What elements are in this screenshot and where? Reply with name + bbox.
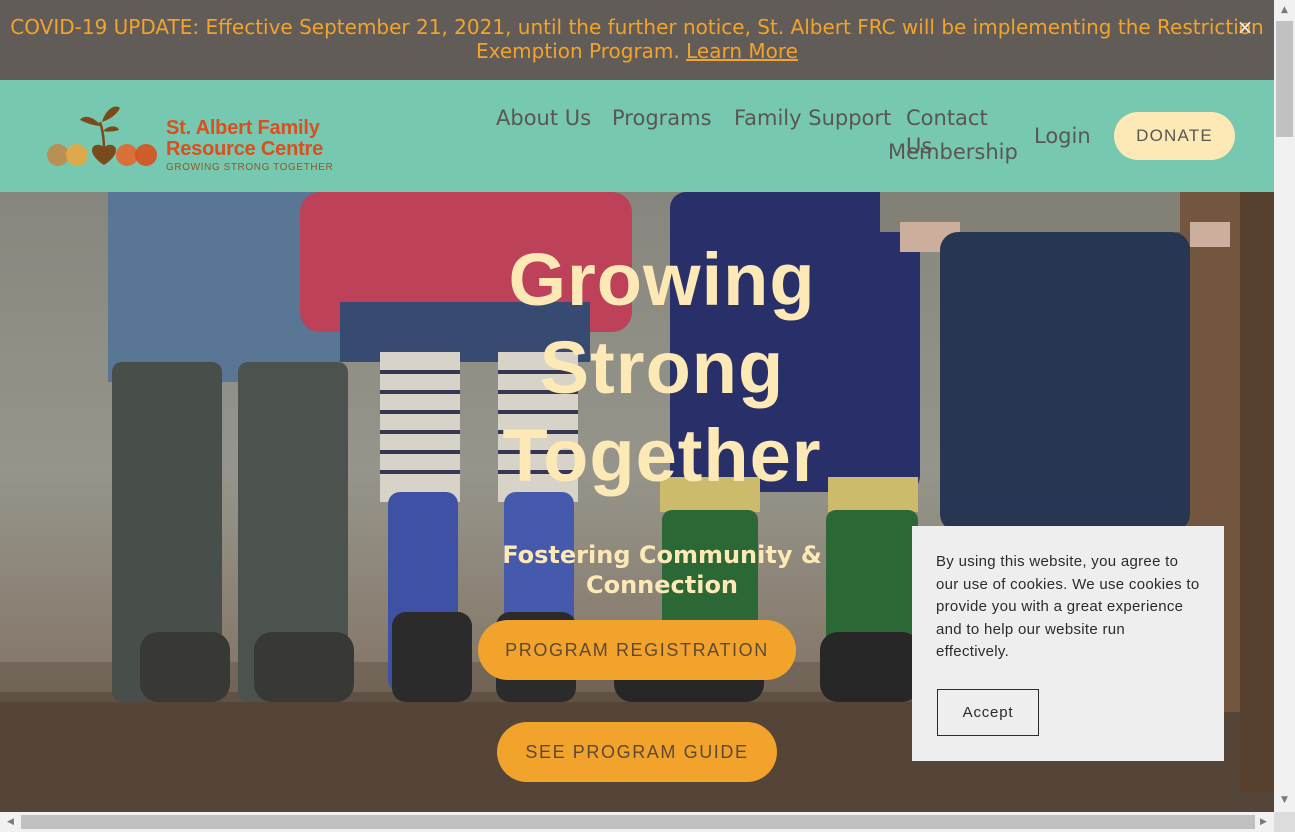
browser-viewport: COVID-19 UPDATE: Effective September 21,…: [0, 0, 1274, 812]
announcement-text: COVID-19 UPDATE: Effective September 21,…: [10, 15, 1264, 63]
announcement-bar: COVID-19 UPDATE: Effective September 21,…: [0, 0, 1274, 80]
horizontal-scroll-thumb[interactable]: [21, 815, 1255, 829]
hero-title: Growing Strong Together: [432, 236, 892, 500]
site-header: St. Albert Family Resource Centre GROWIN…: [0, 80, 1274, 192]
learn-more-link[interactable]: Learn More: [686, 39, 798, 63]
logo-tagline: GROWING STRONG TOGETHER: [166, 162, 334, 173]
nav-programs[interactable]: Programs: [612, 104, 712, 132]
scrollbar-corner: [1274, 812, 1295, 832]
scroll-right-icon[interactable]: ▶: [1255, 814, 1272, 831]
logo-name-line2: Resource Centre: [166, 138, 324, 160]
scroll-down-icon[interactable]: ▼: [1276, 792, 1293, 809]
nav-about-us[interactable]: About Us: [496, 104, 591, 132]
main-nav: About Us Programs Family Support Contact…: [480, 104, 1020, 174]
vertical-scrollbar[interactable]: ▲ ▼: [1274, 0, 1295, 812]
scroll-up-icon[interactable]: ▲: [1276, 2, 1293, 19]
nav-membership[interactable]: Membership: [888, 138, 1018, 166]
scroll-left-icon[interactable]: ◀: [2, 814, 19, 831]
logo[interactable]: St. Albert Family Resource Centre GROWIN…: [44, 98, 334, 176]
hero-subtitle: Fostering Community & Connection: [502, 541, 822, 599]
login-link[interactable]: Login: [1034, 122, 1091, 150]
logo-text: St. Albert Family Resource Centre GROWIN…: [166, 117, 334, 174]
cookie-accept-button[interactable]: Accept: [937, 689, 1039, 736]
close-icon: ×: [1236, 15, 1254, 39]
logo-mark-icon: [47, 106, 157, 166]
logo-name-line1: St. Albert Family: [166, 117, 320, 139]
close-announcement-button[interactable]: ×: [1236, 14, 1254, 40]
donate-button[interactable]: DONATE: [1114, 112, 1235, 160]
nav-family-support[interactable]: Family Support: [734, 104, 891, 132]
cookie-banner: By using this website, you agree to our …: [912, 526, 1224, 761]
horizontal-scrollbar[interactable]: ◀ ▶: [0, 812, 1274, 832]
hero-title-line1: Growing: [508, 238, 816, 321]
see-program-guide-button[interactable]: SEE PROGRAM GUIDE: [497, 722, 777, 782]
hero-title-line2: Strong: [539, 326, 785, 409]
program-registration-button[interactable]: PROGRAM REGISTRATION: [478, 620, 796, 680]
cookie-text: By using this website, you agree to our …: [936, 553, 1200, 660]
vertical-scroll-thumb[interactable]: [1276, 21, 1293, 137]
hero-title-line3: Together: [502, 414, 822, 497]
